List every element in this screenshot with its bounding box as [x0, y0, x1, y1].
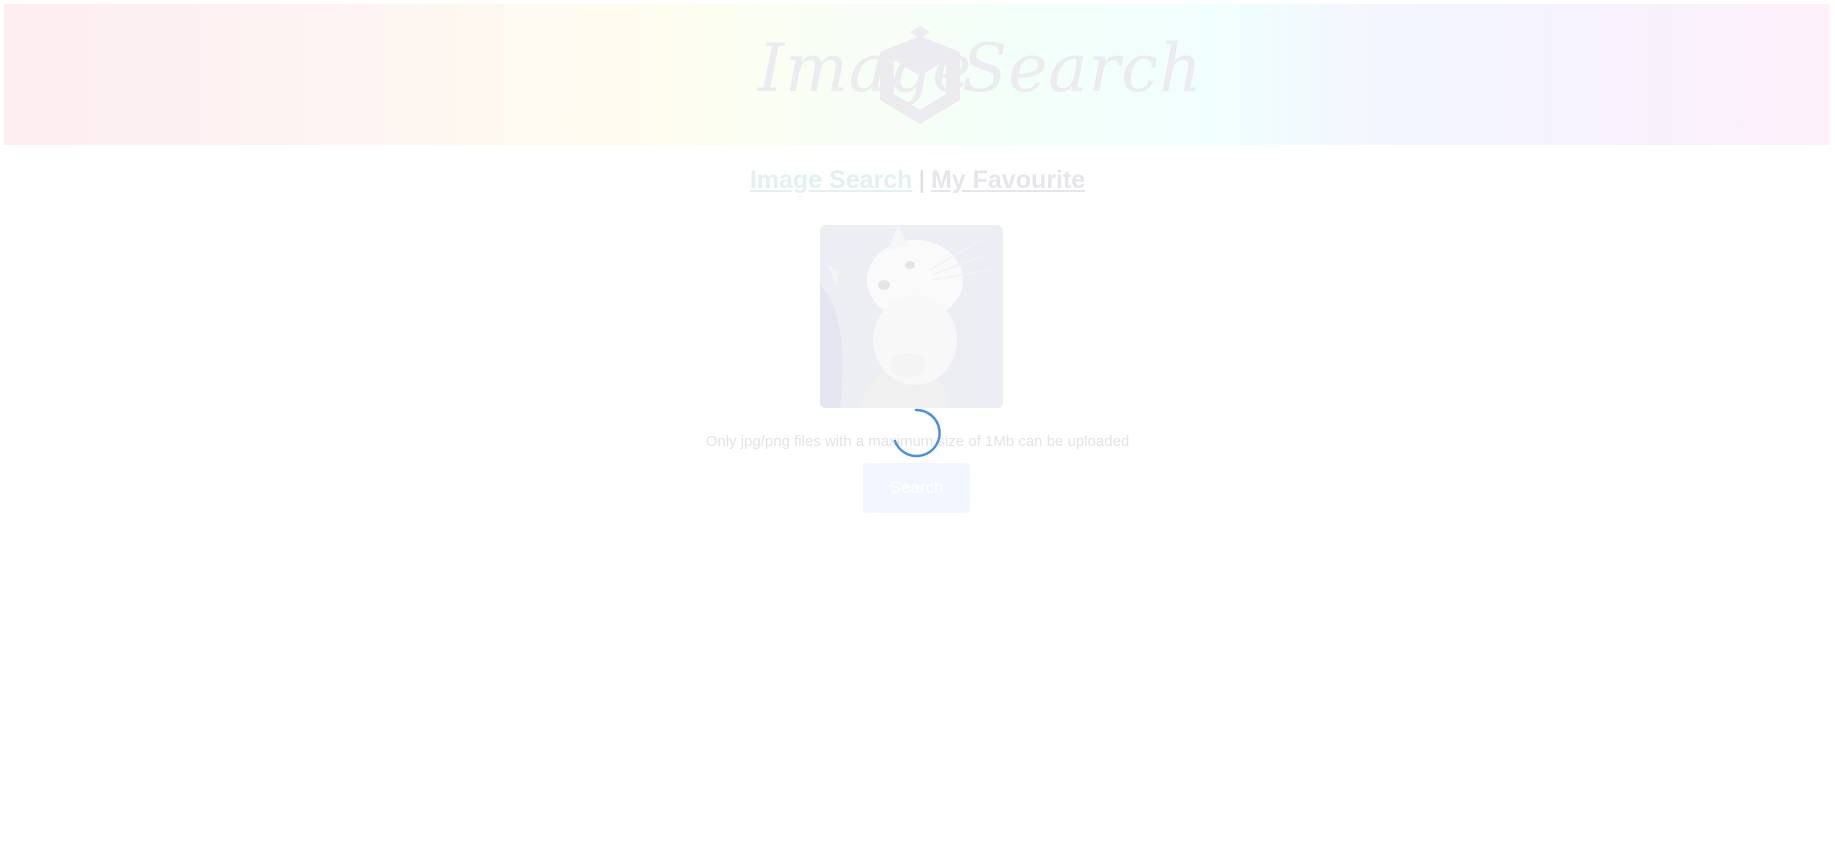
page: Image Search Image Search|My Favourite: [0, 0, 1835, 868]
nav-link-my-favourite[interactable]: My Favourite: [931, 166, 1085, 194]
header-banner: Image Search: [4, 4, 1830, 145]
main-nav: Image Search | My Favourite: [0, 166, 1835, 195]
logo-cube-icon: [880, 26, 960, 124]
cat-photo-image: [820, 225, 1003, 408]
loading-spinner-icon: [893, 408, 941, 458]
nav-separator: |: [918, 166, 925, 194]
logo[interactable]: Image Search: [754, 20, 1202, 130]
nav-link-image-search[interactable]: Image Search: [750, 166, 913, 194]
uploaded-image-preview[interactable]: [820, 225, 1003, 408]
logo-text-right: Search: [962, 30, 1203, 107]
search-button[interactable]: Search: [863, 463, 970, 513]
